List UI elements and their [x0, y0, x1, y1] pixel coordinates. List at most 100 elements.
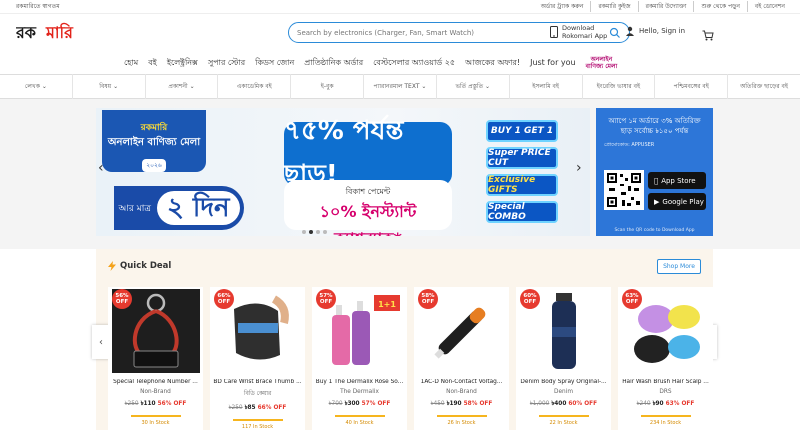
donation-link[interactable]: বই ডোনেশন — [746, 1, 792, 12]
carousel-dot-active[interactable] — [309, 230, 313, 234]
nav-electronics[interactable]: ইলেক্ট্রনিক্স — [167, 52, 198, 74]
old-price: ৳250 — [228, 405, 243, 411]
nav-just-for-you[interactable]: Just for you — [530, 52, 576, 74]
cat-islamic[interactable]: ইসলামি বই — [510, 74, 583, 99]
carousel-prev-icon[interactable]: ‹ — [98, 160, 104, 176]
mela-title: অনলাইন বাণিজ্য মেলা — [107, 137, 201, 148]
nav-kids-zone[interactable]: কিডস জোন — [255, 52, 294, 74]
cat-admission[interactable]: ভর্তি প্রস্তুতি ⌄ — [437, 74, 510, 99]
logo-icon: রক মারি — [16, 22, 74, 42]
google-play-button[interactable]: ▶ Google Play — [648, 193, 706, 210]
product-card[interactable]: 60% OFF Denim Body Spray Original-... De… — [516, 287, 611, 430]
google-play-label: Google Play — [662, 197, 704, 206]
mela-line-1: অনলাইন — [590, 56, 613, 63]
days-left-value: ২ দিন — [156, 191, 240, 225]
carousel-dot[interactable] — [316, 230, 320, 234]
nav-superstore[interactable]: সুপার স্টোর — [208, 52, 245, 74]
cat-extra-discount[interactable]: অতিরিক্ত ছাড়ের বই — [728, 74, 800, 99]
search-icon[interactable] — [609, 27, 621, 39]
product-name[interactable]: Buy 1 The Dermalix Rose So... — [312, 379, 407, 385]
product-name[interactable]: Denim Body Spray Original-... — [516, 379, 611, 385]
quiz-link[interactable]: রকমারি কুইজ — [590, 1, 637, 12]
carousel-dot[interactable] — [302, 230, 306, 234]
price-off: 58% OFF — [463, 401, 493, 407]
download-app-link[interactable]: Download Rokomari App — [550, 24, 607, 40]
nav-home[interactable]: হোম — [124, 52, 138, 74]
price-off: 56% OFF — [157, 401, 187, 407]
svg-text:1+1: 1+1 — [378, 300, 396, 309]
app-store-button[interactable]: App Store — [648, 172, 706, 189]
top-links: অর্ডার ট্র্যাক করুন রকমারি কুইজ রকমারি উ… — [534, 1, 792, 12]
welcome-text: রকমারিতে স্বাগতম — [16, 3, 60, 10]
download-app-label: Rokomari App — [562, 32, 608, 40]
product-price: ৳700 ৳300 57% OFF — [312, 399, 407, 409]
stock-count: 117 In Stock — [210, 419, 305, 430]
product-card[interactable]: 63% OFF Hair Wash Brush Hair Scalp ... D… — [618, 287, 713, 430]
product-card[interactable]: 56% OFF Special Telephone Number ... Non… — [108, 287, 203, 430]
days-left-label: আর মাত্র — [118, 203, 151, 214]
product-card[interactable]: 58% OFF 1AC-D Non-Contact Voltag... Non-… — [414, 287, 509, 430]
top-strip: রকমারিতে স্বাগতম অর্ডার ট্র্যাক করুন রকম… — [0, 0, 800, 14]
shop-more-button[interactable]: Shop More — [657, 259, 701, 274]
cat-academic[interactable]: একাডেমিক বই — [218, 74, 292, 99]
deal-list: 56% OFF Special Telephone Number ... Non… — [108, 287, 713, 430]
old-price: ৳250 — [124, 401, 139, 407]
price-off: 66% OFF — [257, 405, 287, 411]
cashback-label: বিকাশ পেমেন্ট — [345, 187, 391, 196]
svg-text:মারি: মারি — [45, 22, 74, 42]
read-from-start-link[interactable]: শুরু থেকে পড়ুন — [693, 1, 746, 12]
app-promo-panel[interactable]: অ্যাপে ১ম অর্ডারে ৩% অতিরিক্ত ছাড় সর্বো… — [596, 108, 713, 236]
discount-badge: 66% OFF — [214, 289, 234, 309]
product-name[interactable]: BD Care Wrist Brace Thumb ... — [210, 379, 305, 385]
signin-label: Hello, Sign in — [639, 27, 686, 35]
cart-button[interactable] — [702, 26, 714, 45]
hero-banner[interactable]: রকমারি অনলাইন বাণিজ্য মেলা ২০২৬ আর মাত্র… — [96, 108, 590, 236]
old-price: ৳1,000 — [529, 401, 550, 407]
quick-deal-section: Quick Deal Shop More ‹ › 56% OFF Special… — [92, 249, 717, 430]
mela-brand: রকমারি — [140, 123, 168, 133]
discount-badge: 58% OFF — [418, 289, 438, 309]
product-name[interactable]: Special Telephone Number ... — [108, 379, 203, 385]
product-brand: DRS — [659, 389, 672, 395]
apple-icon:  — [654, 177, 658, 185]
new-price: ৳300 — [344, 401, 360, 407]
nav-books[interactable]: বই — [148, 52, 157, 74]
carousel-dot[interactable] — [323, 230, 327, 234]
cat-paranormal[interactable]: প্যারানরমাল TEXT ⌄ — [364, 74, 437, 99]
promo-code: প্রোমোকোড: APPUSER — [604, 142, 655, 148]
rokomari-logo[interactable]: রক মারি — [16, 20, 96, 44]
tag-combo: Special COMBO — [486, 201, 558, 223]
cat-ebook[interactable]: ই-বুক — [291, 74, 365, 99]
nav-bestseller-award[interactable]: বেস্টসেলার অ্যাওয়ার্ড ২৫ — [373, 52, 455, 74]
product-brand: Non-Brand — [140, 389, 171, 395]
nav-online-mela[interactable]: অনলাইন বাণিজ্য মেলা — [586, 56, 618, 70]
product-brand: বিডি কেয়ার — [243, 391, 272, 397]
product-price: ৳250 ৳85 66% OFF — [210, 403, 305, 413]
product-name[interactable]: Hair Wash Brush Hair Scalp ... — [618, 379, 713, 385]
nav-todays-offer[interactable]: আজকের অফার! — [465, 52, 520, 74]
product-price: ৳250 ৳110 56% OFF — [108, 399, 203, 409]
track-order-link[interactable]: অর্ডার ট্র্যাক করুন — [534, 1, 591, 12]
nav-institutional-order[interactable]: প্রাতিষ্ঠানিক অর্ডার — [304, 52, 363, 74]
signin-link[interactable]: Hello, Sign in — [625, 26, 685, 36]
new-price: ৳85 — [244, 405, 256, 411]
lightning-icon — [108, 261, 116, 271]
product-card[interactable]: 66% OFF BD Care Wrist Brace Thumb ... বি… — [210, 287, 305, 430]
price-off: 57% OFF — [361, 401, 391, 407]
cat-subject[interactable]: বিষয় ⌄ — [73, 74, 146, 99]
entrepreneur-link[interactable]: রকমারি উদ্যোক্তা — [637, 1, 694, 12]
product-name[interactable]: 1AC-D Non-Contact Voltag... — [414, 379, 509, 385]
tag-gifts: Exclusive GIFTS — [486, 174, 558, 196]
mela-year: ২০২৬ — [142, 159, 166, 172]
category-navigation: লেখক ⌄ বিষয় ⌄ প্রকাশনী ⌄ একাডেমিক বই ই-… — [0, 74, 800, 99]
cat-writer[interactable]: লেখক ⌄ — [0, 74, 73, 99]
app-store-label: App Store — [657, 176, 695, 185]
carousel-next-icon[interactable]: › — [576, 160, 582, 176]
product-card[interactable]: 1+1 57% OFF Buy 1 The Dermalix Rose So..… — [312, 287, 407, 430]
new-price: ৳110 — [140, 401, 156, 407]
new-price: ৳400 — [551, 401, 567, 407]
cat-publisher[interactable]: প্রকাশনী ⌄ — [146, 74, 219, 99]
product-brand: Denim — [554, 389, 573, 395]
cat-english[interactable]: ইংরেজি ভাষার বই — [583, 74, 656, 99]
cat-west-bengal[interactable]: পশ্চিমবঙ্গের বই — [655, 74, 729, 99]
